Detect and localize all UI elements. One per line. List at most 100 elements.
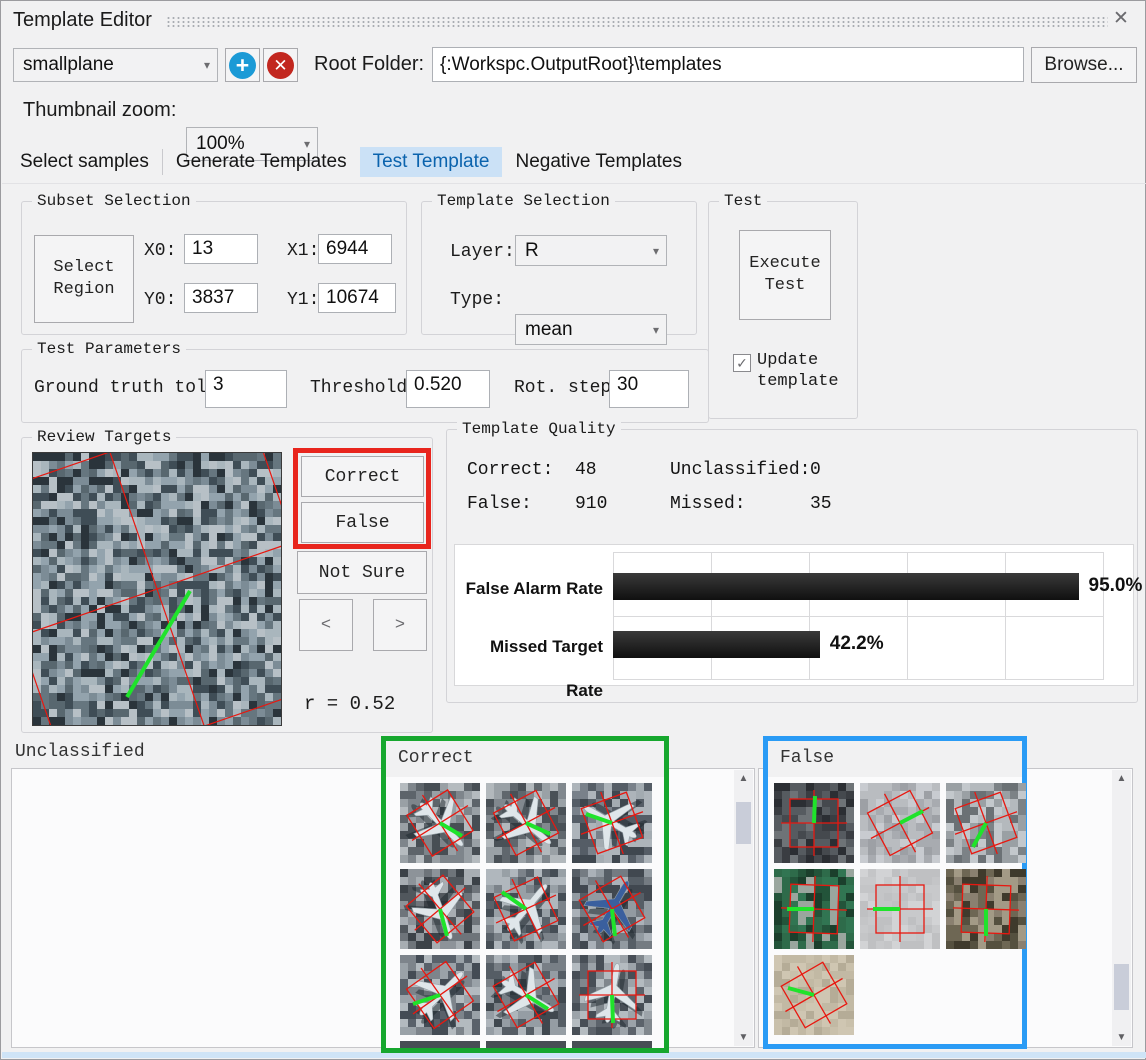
x0-input[interactable]: 13 — [184, 234, 258, 264]
correct-thumb[interactable] — [486, 783, 566, 863]
stat-correct-value: 48 — [575, 460, 597, 480]
close-icon[interactable]: ✕ — [1113, 7, 1129, 30]
browse-label: Browse... — [1044, 54, 1123, 76]
scrollbar-thumb[interactable] — [1114, 964, 1129, 1010]
plus-icon: + — [229, 52, 256, 79]
not-sure-button[interactable]: Not Sure — [297, 551, 427, 594]
stat-missed-value: 35 — [810, 494, 832, 514]
false-thumb[interactable] — [946, 783, 1026, 863]
check-icon: ✓ — [736, 355, 748, 372]
missed-target-rate-bar — [613, 631, 820, 658]
correct-thumb[interactable] — [572, 869, 652, 949]
threshold-input[interactable]: 0.520 — [406, 370, 490, 408]
layer-label: Layer: — [450, 242, 515, 262]
window-title: Template Editor — [13, 9, 152, 32]
correct-thumb[interactable] — [400, 955, 480, 1035]
template-quality-group: Template Quality Correct: 48 Unclassifie… — [446, 429, 1138, 703]
tab-test-template[interactable]: Test Template — [360, 147, 503, 177]
target-preview-image — [32, 452, 282, 726]
false-thumb[interactable] — [946, 869, 1026, 949]
update-template-label: Update template — [757, 350, 839, 392]
type-combo[interactable]: mean ▾ — [515, 314, 667, 345]
unclassified-scrollbar[interactable]: ▲ ▼ — [734, 770, 753, 1046]
next-target-button[interactable]: > — [373, 599, 427, 651]
false-thumb[interactable] — [860, 783, 940, 863]
delete-template-button[interactable]: ✕ — [263, 48, 298, 82]
false-thumb[interactable] — [774, 955, 854, 1035]
correct-thumb[interactable] — [486, 955, 566, 1035]
select-region-button[interactable]: Select Region — [34, 235, 134, 323]
false-thumb[interactable] — [774, 869, 854, 949]
y1-label: Y1: — [287, 290, 319, 310]
chevron-down-icon: ▾ — [653, 244, 659, 258]
thumb-partial[interactable] — [400, 1041, 480, 1048]
correct-thumb[interactable] — [486, 869, 566, 949]
chart-category-label-1: False Alarm Rate — [455, 567, 603, 611]
title-grip-texture — [166, 16, 1108, 27]
chevron-down-icon: ▾ — [653, 323, 659, 337]
layer-combo[interactable]: R ▾ — [515, 235, 667, 266]
template-selection-title: Template Selection — [432, 192, 615, 210]
correct-panel: Correct — [381, 736, 669, 1053]
ground-truth-tol-value: 3 — [213, 374, 224, 396]
chevron-left-icon: < — [321, 616, 331, 635]
x1-input[interactable]: 6944 — [318, 234, 392, 264]
chevron-down-icon: ▾ — [204, 58, 210, 72]
thumbnail-zoom-label: Thumbnail zoom: — [23, 99, 176, 122]
rot-step-label: Rot. step: — [514, 378, 622, 398]
unclassified-list-label: Unclassified — [15, 742, 145, 762]
correct-thumb[interactable] — [400, 783, 480, 863]
false-alarm-rate-bar — [613, 573, 1079, 600]
scroll-down-icon[interactable]: ▼ — [1112, 1029, 1131, 1046]
false-thumb[interactable] — [860, 869, 940, 949]
scrollbar-thumb[interactable] — [736, 802, 751, 844]
scroll-down-icon[interactable]: ▼ — [734, 1029, 753, 1046]
chart-plot-area — [613, 552, 1103, 680]
test-title: Test — [719, 192, 767, 210]
scroll-up-icon[interactable]: ▲ — [734, 770, 753, 787]
correct-panel-list — [386, 777, 664, 1048]
not-sure-label: Not Sure — [319, 563, 405, 583]
stat-false-label: False: — [467, 494, 532, 514]
rot-step-value: 30 — [617, 374, 638, 396]
test-parameters-title: Test Parameters — [32, 340, 186, 358]
missed-target-rate-value: 42.2% — [830, 633, 884, 655]
stat-unclassified-value: 0 — [810, 460, 821, 480]
correct-thumb[interactable] — [572, 955, 652, 1035]
y0-input[interactable]: 3837 — [184, 283, 258, 313]
template-name-combo[interactable]: smallplane ▾ — [13, 48, 218, 82]
false-panel-list — [768, 777, 1022, 1044]
add-template-button[interactable]: + — [225, 48, 260, 82]
execute-test-button[interactable]: Execute Test — [739, 230, 831, 320]
browse-button[interactable]: Browse... — [1031, 47, 1137, 83]
type-label: Type: — [450, 290, 504, 310]
thumb-partial[interactable] — [572, 1041, 652, 1048]
scroll-up-icon[interactable]: ▲ — [1112, 770, 1131, 787]
type-value: mean — [525, 319, 573, 341]
false-panel-label: False — [780, 748, 834, 768]
ground-truth-tol-input[interactable]: 3 — [205, 370, 287, 408]
correct-thumb[interactable] — [400, 869, 480, 949]
false-thumb[interactable] — [774, 783, 854, 863]
correct-thumb[interactable] — [572, 783, 652, 863]
chart-category-label-2: Missed Target Rate — [455, 625, 603, 713]
update-template-checkbox[interactable]: ✓ — [733, 354, 751, 372]
ground-truth-tol-label: Ground truth tol.: — [34, 378, 228, 398]
test-group: Test Execute Test ✓ Update template — [708, 201, 858, 419]
rot-step-input[interactable]: 30 — [609, 370, 689, 408]
template-editor-window: Template Editor ✕ smallplane ▾ + ✕ Root … — [0, 0, 1146, 1060]
x1-value: 6944 — [326, 238, 368, 260]
thumb-partial[interactable] — [486, 1041, 566, 1048]
tab-page-divider — [2, 183, 1146, 184]
y0-label: Y0: — [144, 290, 176, 310]
tab-select-samples[interactable]: Select samples — [7, 147, 162, 177]
y1-input[interactable]: 10674 — [318, 283, 396, 313]
false-scrollbar[interactable]: ▲ ▼ — [1112, 770, 1131, 1046]
prev-target-button[interactable]: < — [299, 599, 353, 651]
threshold-value: 0.520 — [414, 374, 462, 396]
tab-negative-templates[interactable]: Negative Templates — [502, 147, 695, 177]
tab-generate-templates[interactable]: Generate Templates — [163, 147, 360, 177]
subset-selection-title: Subset Selection — [32, 192, 196, 210]
chevron-right-icon: > — [395, 616, 405, 635]
root-folder-input[interactable]: {:Workspc.OutputRoot}\templates — [432, 47, 1024, 82]
